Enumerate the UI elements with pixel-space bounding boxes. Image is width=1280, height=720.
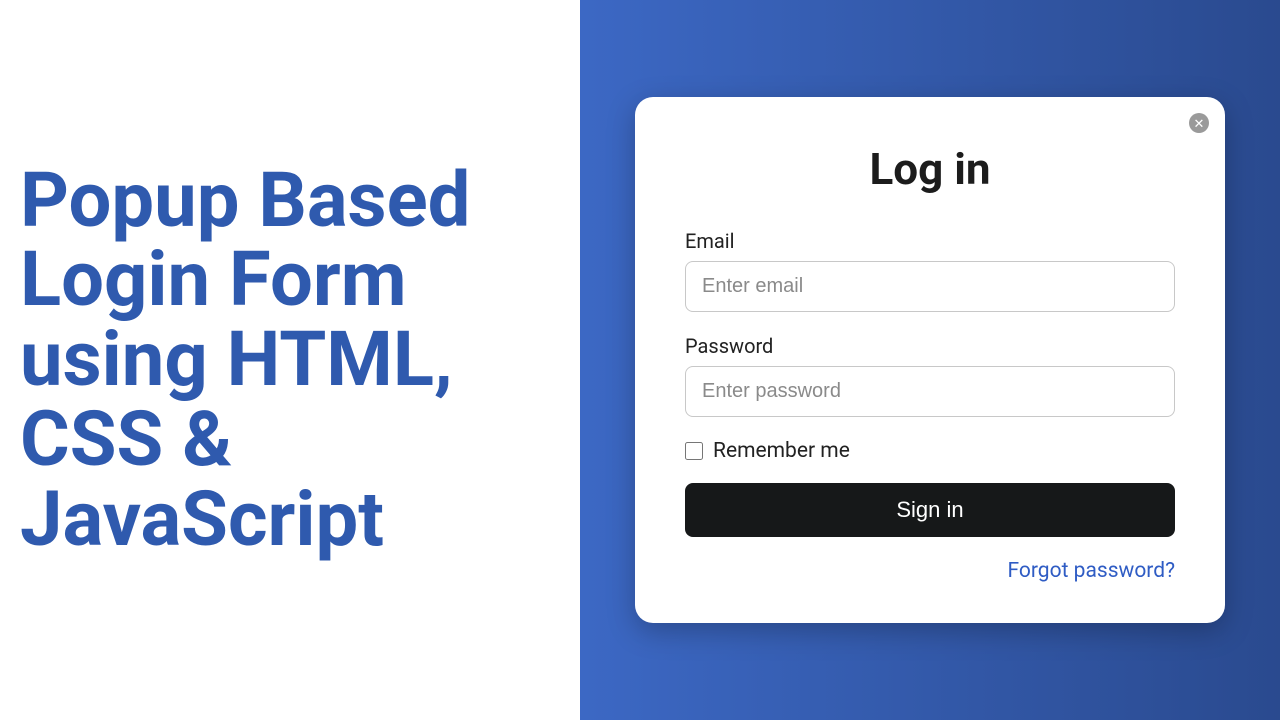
right-panel: ✕ Log in Email Password Remember me Sign… <box>580 0 1280 720</box>
email-group: Email <box>685 229 1175 312</box>
email-field[interactable] <box>685 261 1175 312</box>
login-popup: ✕ Log in Email Password Remember me Sign… <box>635 97 1225 623</box>
page-title: Popup Based Login Form using HTML, CSS &… <box>20 161 580 560</box>
forgot-row: Forgot password? <box>685 559 1175 583</box>
remember-checkbox[interactable] <box>685 442 703 460</box>
password-field[interactable] <box>685 366 1175 417</box>
close-button[interactable]: ✕ <box>1189 113 1209 133</box>
remember-label: Remember me <box>713 439 850 463</box>
remember-row: Remember me <box>685 439 1175 463</box>
login-title: Log in <box>685 143 1175 195</box>
forgot-password-link[interactable]: Forgot password? <box>1008 559 1175 583</box>
password-label: Password <box>685 334 1175 358</box>
left-panel: Popup Based Login Form using HTML, CSS &… <box>0 0 580 720</box>
email-label: Email <box>685 229 1175 253</box>
close-icon: ✕ <box>1194 117 1205 130</box>
password-group: Password <box>685 334 1175 417</box>
signin-button[interactable]: Sign in <box>685 483 1175 537</box>
